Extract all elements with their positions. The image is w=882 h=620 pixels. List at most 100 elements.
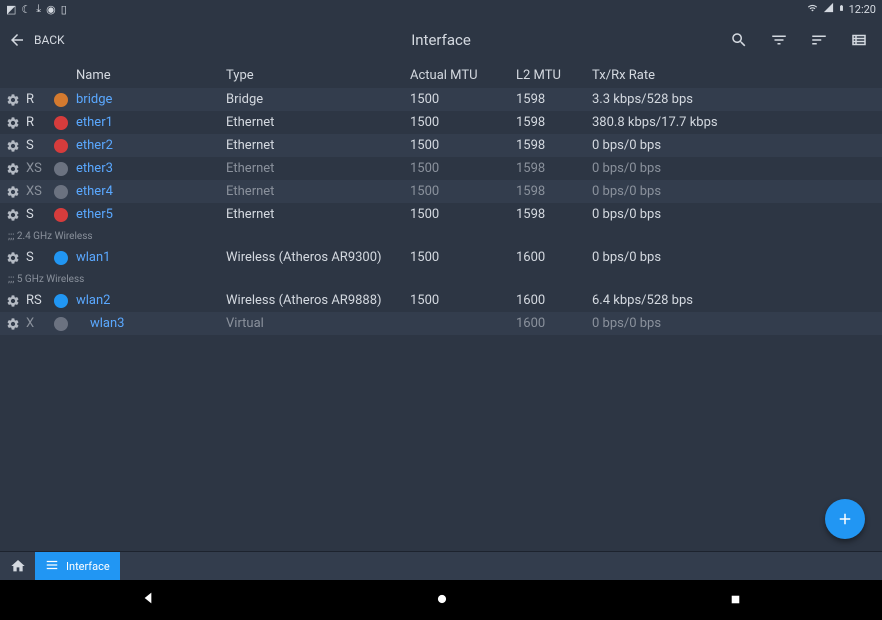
interface-icon <box>54 116 76 130</box>
row-name: wlan1 <box>76 250 226 265</box>
row-type: Wireless (Atheros AR9888) <box>226 293 410 308</box>
row-status: RS <box>26 293 54 308</box>
gear-icon[interactable] <box>6 251 22 265</box>
gear-icon[interactable] <box>6 294 22 308</box>
col-type: Type <box>226 68 410 83</box>
row-l2: 1600 <box>516 250 592 265</box>
gear-icon[interactable] <box>6 162 22 176</box>
row-name: ether1 <box>76 115 226 130</box>
row-status: XS <box>26 161 54 176</box>
gear-icon[interactable] <box>6 93 22 107</box>
row-status: R <box>26 115 54 130</box>
gear-icon[interactable] <box>6 116 22 130</box>
row-name: ether3 <box>76 161 226 176</box>
row-name: ether2 <box>76 138 226 153</box>
col-name: Name <box>76 68 226 83</box>
section-5ghz: ;;; 5 GHz Wireless <box>0 269 882 289</box>
col-mtu: Actual MTU <box>410 68 516 83</box>
gear-icon[interactable] <box>6 185 22 199</box>
sort-icon[interactable] <box>810 31 828 49</box>
row-rate: 0 bps/0 bps <box>592 207 882 222</box>
interface-icon <box>54 162 76 176</box>
row-rate: 6.4 kbps/528 bps <box>592 293 882 308</box>
table-row[interactable]: S ether2 Ethernet 1500 1598 0 bps/0 bps <box>0 134 882 157</box>
android-home[interactable] <box>435 591 449 610</box>
row-l2: 1600 <box>516 293 592 308</box>
row-mtu: 1500 <box>410 138 516 153</box>
table-row[interactable]: S wlan1 Wireless (Atheros AR9300) 1500 1… <box>0 246 882 269</box>
circle-icon: ◉ <box>46 3 56 16</box>
row-status: S <box>26 250 54 265</box>
list-icon <box>45 558 59 575</box>
row-l2: 1598 <box>516 161 592 176</box>
row-mtu: 1500 <box>410 293 516 308</box>
row-l2: 1600 <box>516 316 592 331</box>
row-l2: 1598 <box>516 207 592 222</box>
table-row[interactable]: R bridge Bridge 1500 1598 3.3 kbps/528 b… <box>0 88 882 111</box>
row-type: Ethernet <box>226 161 410 176</box>
interface-icon <box>54 93 76 107</box>
row-type: Virtual <box>226 316 410 331</box>
table-row[interactable]: R ether1 Ethernet 1500 1598 380.8 kbps/1… <box>0 111 882 134</box>
row-name: ether5 <box>76 207 226 222</box>
notif-icon: ◩ <box>6 3 16 16</box>
interface-icon <box>54 208 76 222</box>
row-l2: 1598 <box>516 115 592 130</box>
gear-icon[interactable] <box>6 139 22 153</box>
row-name: ether4 <box>76 184 226 199</box>
android-recent[interactable] <box>729 591 742 610</box>
download-icon: ⤓ <box>36 2 41 16</box>
section-24ghz: ;;; 2.4 GHz Wireless <box>0 226 882 246</box>
row-l2: 1598 <box>516 92 592 107</box>
table-row[interactable]: X wlan3 Virtual 1600 0 bps/0 bps <box>0 312 882 335</box>
row-rate: 380.8 kbps/17.7 kbps <box>592 115 882 130</box>
row-type: Bridge <box>226 92 410 107</box>
gear-icon[interactable] <box>6 317 22 331</box>
table-row[interactable]: XS ether3 Ethernet 1500 1598 0 bps/0 bps <box>0 157 882 180</box>
row-status: XS <box>26 184 54 199</box>
row-type: Ethernet <box>226 207 410 222</box>
signal-icon <box>823 2 834 16</box>
table-row[interactable]: RS wlan2 Wireless (Atheros AR9888) 1500 … <box>0 289 882 312</box>
row-rate: 0 bps/0 bps <box>592 161 882 176</box>
interface-icon <box>54 251 76 265</box>
interface-icon <box>54 317 76 331</box>
doc-icon: ▯ <box>61 3 67 16</box>
row-name: wlan2 <box>76 293 226 308</box>
row-rate: 0 bps/0 bps <box>592 316 882 331</box>
row-rate: 0 bps/0 bps <box>592 138 882 153</box>
row-l2: 1598 <box>516 184 592 199</box>
tab-interface[interactable]: Interface <box>35 552 120 580</box>
row-rate: 3.3 kbps/528 bps <box>592 92 882 107</box>
android-back[interactable] <box>140 590 156 610</box>
app-bar: BACK Interface <box>0 18 882 62</box>
back-button[interactable]: BACK <box>8 31 65 49</box>
android-nav-bar <box>0 580 882 620</box>
row-status: S <box>26 138 54 153</box>
view-icon[interactable] <box>850 31 868 49</box>
row-mtu: 1500 <box>410 250 516 265</box>
row-l2: 1598 <box>516 138 592 153</box>
col-rate: Tx/Rx Rate <box>592 68 882 83</box>
row-type: Ethernet <box>226 115 410 130</box>
row-name: bridge <box>76 92 226 107</box>
tab-home[interactable] <box>0 552 35 580</box>
interface-icon <box>54 294 76 308</box>
col-l2: L2 MTU <box>516 68 592 83</box>
row-status: S <box>26 207 54 222</box>
row-type: Wireless (Atheros AR9300) <box>226 250 410 265</box>
row-mtu: 1500 <box>410 115 516 130</box>
table-row[interactable]: S ether5 Ethernet 1500 1598 0 bps/0 bps <box>0 203 882 226</box>
gear-icon[interactable] <box>6 208 22 222</box>
wifi-icon <box>806 3 819 16</box>
row-rate: 0 bps/0 bps <box>592 250 882 265</box>
add-button[interactable] <box>825 499 865 539</box>
row-name: wlan3 <box>76 316 226 331</box>
back-label: BACK <box>34 33 65 47</box>
row-type: Ethernet <box>226 184 410 199</box>
table-row[interactable]: XS ether4 Ethernet 1500 1598 0 bps/0 bps <box>0 180 882 203</box>
filter-icon[interactable] <box>770 31 788 49</box>
moon-icon: ☾ <box>21 3 31 16</box>
android-status-bar: ◩ ☾ ⤓ ◉ ▯ 12:20 <box>0 0 882 18</box>
search-icon[interactable] <box>730 31 748 49</box>
